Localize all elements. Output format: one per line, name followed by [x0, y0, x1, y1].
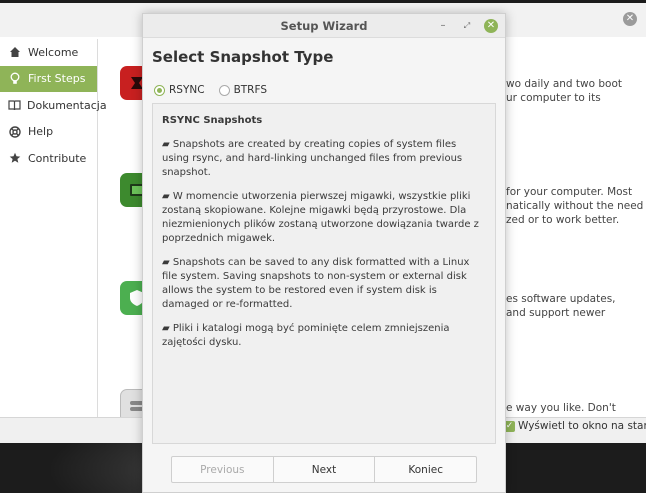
show-on-startup-checkbox[interactable]: ✓ Wyświetl to okno na starcie	[504, 420, 646, 432]
show-on-startup-label: Wyświetl to okno na starcie	[518, 420, 646, 432]
feature-text: zed or to work better.	[506, 214, 620, 226]
previous-button[interactable]: Previous	[172, 457, 274, 482]
description-paragraph: ▰ W momencie utworzenia pierwszej migawk…	[162, 191, 479, 244]
page-title: Select Snapshot Type	[152, 48, 334, 66]
feature-text: es software updates,	[506, 293, 616, 305]
feature-text: ur computer to its	[506, 92, 601, 104]
radio-rsync-label: RSYNC	[169, 84, 205, 96]
feature-text: for your computer. Most	[506, 186, 633, 198]
description-paragraph: ▰ Pliki i katalogi mogą być pominięte ce…	[162, 323, 450, 348]
minimize-icon[interactable]: –	[436, 19, 450, 33]
next-button[interactable]: Next	[274, 457, 376, 482]
star-icon	[8, 151, 22, 165]
radio-btrfs-label: BTRFS	[233, 84, 267, 96]
maximize-icon[interactable]: ⤢	[460, 19, 474, 33]
finish-button[interactable]: Koniec	[375, 457, 476, 482]
feature-text: and support newer	[506, 307, 606, 319]
radio-rsync[interactable]: RSYNC	[154, 84, 205, 96]
lifebuoy-icon	[8, 125, 22, 139]
sidebar-item-documentation[interactable]: Dokumentacja	[0, 92, 107, 119]
sidebar-item-label: Dokumentacja	[27, 98, 107, 112]
close-icon[interactable]: ✕	[623, 12, 637, 26]
setup-wizard-dialog: Setup Wizard – ⤢ ✕ Select Snapshot Type …	[142, 13, 506, 493]
description-paragraph: ▰ Snapshots are created by creating copi…	[162, 139, 463, 178]
radio-unselected-icon	[218, 84, 230, 96]
book-icon	[8, 98, 21, 112]
feature-text: e way you like. Don't	[506, 402, 616, 414]
description-title: RSYNC Snapshots	[162, 115, 263, 126]
sidebar: Welcome First Steps Dokumentacja Help Co…	[0, 39, 107, 419]
snapshot-description-panel: RSYNC Snapshots ▰ Snapshots are created …	[152, 103, 496, 444]
sidebar-item-label: Welcome	[28, 45, 79, 59]
description-paragraph: ▰ Snapshots can be saved to any disk for…	[162, 257, 470, 310]
wizard-button-bar: Previous Next Koniec	[171, 456, 477, 483]
sidebar-item-label: First Steps	[28, 72, 86, 86]
sidebar-item-label: Help	[28, 125, 54, 139]
feature-text: natically without the need	[506, 200, 644, 212]
sidebar-item-welcome[interactable]: Welcome	[0, 39, 97, 66]
close-icon[interactable]: ✕	[484, 19, 498, 33]
snapshot-type-radio-group: RSYNC BTRFS	[154, 84, 281, 96]
home-icon	[8, 45, 22, 59]
sidebar-item-label: Contribute	[28, 151, 87, 165]
sidebar-item-contribute[interactable]: Contribute	[0, 145, 97, 172]
sidebar-item-first-steps[interactable]: First Steps	[0, 65, 97, 92]
dialog-title: Setup Wizard	[280, 19, 368, 33]
radio-btrfs[interactable]: BTRFS	[218, 84, 267, 96]
lightbulb-icon	[8, 72, 22, 86]
sidebar-item-help[interactable]: Help	[0, 119, 97, 146]
dialog-titlebar: Setup Wizard – ⤢ ✕	[143, 14, 505, 38]
feature-text: wo daily and two boot	[506, 78, 623, 90]
radio-selected-icon	[154, 84, 165, 96]
